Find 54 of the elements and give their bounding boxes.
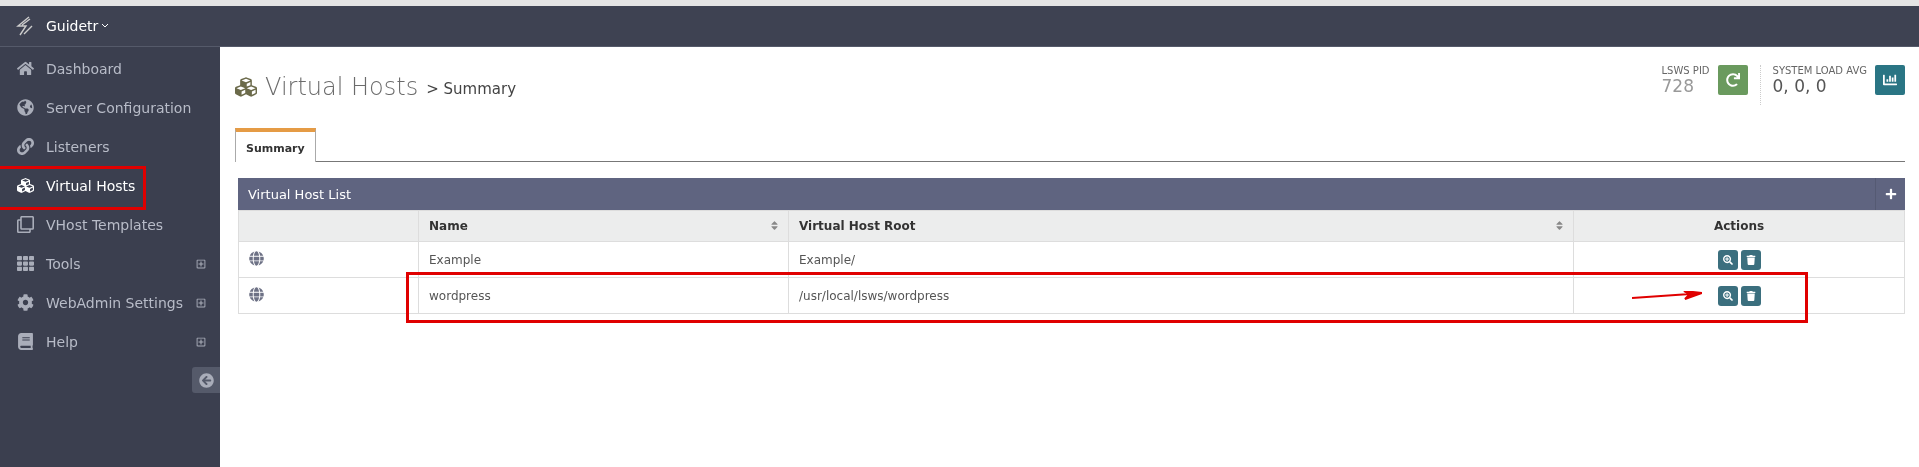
expand-icon[interactable] bbox=[196, 336, 206, 347]
refresh-icon bbox=[1725, 73, 1740, 87]
globe-icon bbox=[14, 99, 36, 116]
sidebar-item[interactable]: Tools bbox=[0, 244, 220, 283]
sidebar-item[interactable]: Server Configuration bbox=[0, 88, 220, 127]
zoom-in-icon bbox=[1722, 290, 1733, 301]
plus-icon bbox=[1884, 188, 1897, 200]
tab[interactable]: Summary bbox=[235, 128, 316, 162]
stat-value: 728 bbox=[1661, 76, 1695, 96]
grid-icon bbox=[14, 255, 36, 272]
table-cell: /usr/local/lsws/wordpress bbox=[788, 277, 1574, 314]
panel-title: Virtual Host List bbox=[247, 186, 352, 202]
sidebar-item[interactable]: Listeners bbox=[0, 127, 220, 166]
trash-icon bbox=[1745, 254, 1756, 265]
collapse-button[interactable] bbox=[192, 367, 220, 393]
zoom-in-icon bbox=[1722, 254, 1733, 265]
caret-icon bbox=[101, 23, 110, 29]
chart-button[interactable] bbox=[1875, 65, 1905, 95]
brand-menu[interactable]: Guidetr bbox=[46, 18, 110, 34]
sidebar-item[interactable]: Virtual Hosts bbox=[0, 166, 220, 205]
link-icon bbox=[14, 138, 36, 155]
stat-label: LSWS PID bbox=[1661, 65, 1710, 76]
globe-icon bbox=[249, 286, 264, 302]
bar-chart-icon bbox=[1883, 73, 1897, 87]
arrow-left-icon bbox=[198, 372, 214, 388]
column-header[interactable]: Name bbox=[418, 210, 789, 242]
column-header[interactable]: Virtual Host Root bbox=[788, 210, 1574, 242]
table-cell: Example/ bbox=[788, 241, 1574, 278]
copy-icon bbox=[14, 216, 36, 233]
restart-button[interactable] bbox=[1717, 65, 1748, 95]
cubes-icon bbox=[235, 76, 257, 98]
table-cell: Example bbox=[418, 241, 789, 278]
zoom-button[interactable] bbox=[1717, 285, 1738, 306]
stat-label: SYSTEM LOAD AVG bbox=[1772, 65, 1867, 76]
expand-icon[interactable] bbox=[196, 297, 206, 308]
delete-button[interactable] bbox=[1740, 249, 1761, 270]
sort-icon[interactable] bbox=[1554, 220, 1565, 231]
page-title: Virtual Hosts bbox=[265, 73, 419, 101]
stat-value: 0, 0, 0 bbox=[1772, 76, 1828, 96]
sidebar-item[interactable]: VHost Templates bbox=[0, 205, 220, 244]
sort-icon[interactable] bbox=[769, 220, 780, 231]
expand-icon[interactable] bbox=[196, 258, 206, 269]
sidebar-item[interactable]: WebAdmin Settings bbox=[0, 283, 220, 322]
globe-icon bbox=[249, 250, 264, 266]
column-header: Actions bbox=[1573, 210, 1905, 242]
cubes-icon bbox=[14, 177, 36, 194]
trash-icon bbox=[1745, 290, 1756, 301]
delete-button[interactable] bbox=[1740, 285, 1761, 306]
house-icon bbox=[14, 60, 36, 77]
sidebar-item[interactable]: Help bbox=[0, 322, 220, 361]
annotation-arrow bbox=[1632, 291, 1702, 301]
zoom-button[interactable] bbox=[1717, 249, 1738, 270]
sidebar-item[interactable]: Dashboard bbox=[0, 49, 220, 88]
breadcrumb: > Summary bbox=[426, 80, 517, 98]
